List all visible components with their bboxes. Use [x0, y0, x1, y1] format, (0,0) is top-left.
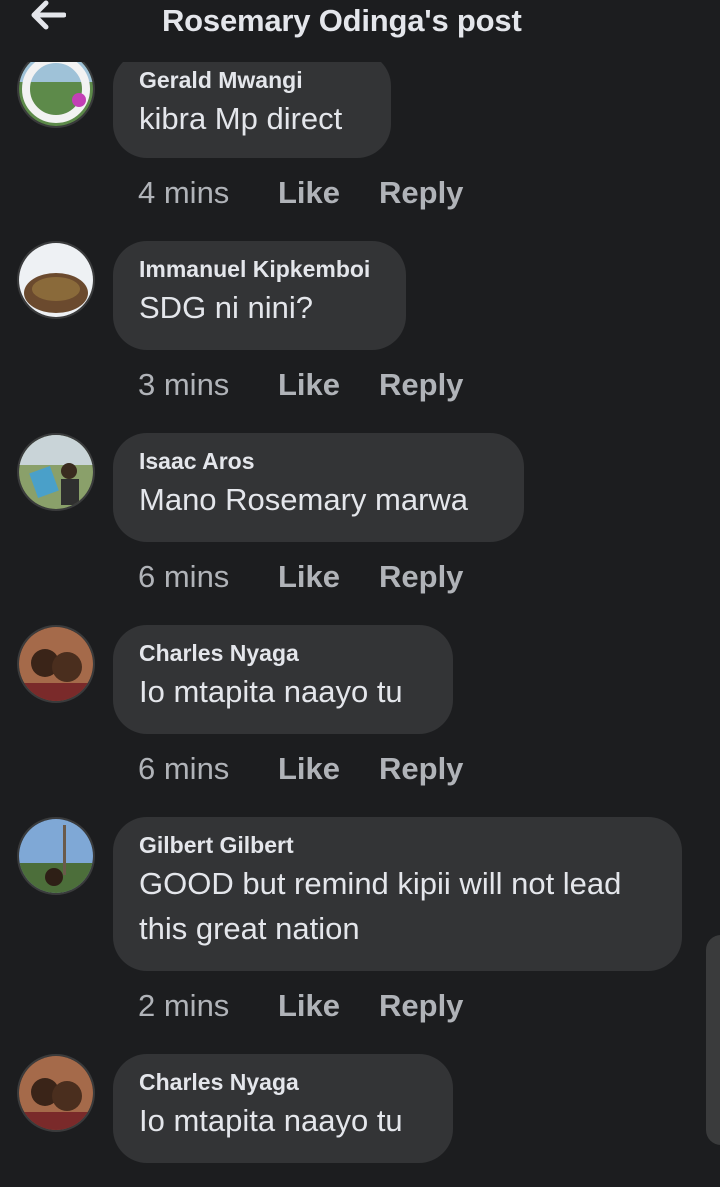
comment-bubble[interactable]: Immanuel Kipkemboi SDG ni nini? [113, 241, 406, 350]
comment-bubble[interactable]: Gilbert Gilbert GOOD but remind kipii wi… [113, 817, 682, 971]
comment-author[interactable]: Charles Nyaga [139, 1068, 427, 1096]
comment-text: kibra Mp direct [139, 101, 343, 136]
comment-text: SDG ni nini? [139, 290, 314, 325]
comment-text: Mano Rosemary marwa [139, 482, 469, 517]
arrow-left-icon [30, 0, 67, 35]
comment-author[interactable]: Immanuel Kipkemboi [139, 255, 380, 283]
comment-text: GOOD but remind kipii will not lead this… [139, 866, 622, 946]
reply-button[interactable]: Reply [379, 367, 463, 403]
avatar[interactable] [17, 433, 95, 511]
comment-bubble[interactable]: Gerald Mwangi kibra Mp direct [113, 52, 391, 158]
page-title: Rosemary Odinga's post [162, 3, 522, 38]
like-button[interactable]: Like [278, 367, 340, 403]
avatar[interactable] [17, 1054, 95, 1132]
comment-text: Io mtapita naayo tu [139, 1103, 403, 1138]
comment-author[interactable]: Isaac Aros [139, 447, 498, 475]
top-bar: Rosemary Odinga's post [0, 0, 720, 62]
avatar[interactable] [17, 817, 95, 895]
avatar[interactable] [17, 241, 95, 319]
comment-text: Io mtapita naayo tu [139, 674, 403, 709]
back-button[interactable] [26, 0, 70, 34]
comment-author[interactable]: Gilbert Gilbert [139, 831, 656, 859]
comment-time: 6 mins [138, 559, 230, 594]
like-button[interactable]: Like [278, 988, 340, 1024]
comments-list: Gerald Mwangi kibra Mp direct 4 mins Lik… [0, 0, 720, 1187]
comment-time: 2 mins [138, 988, 230, 1023]
comment-bubble[interactable]: Charles Nyaga Io mtapita naayo tu [113, 1054, 453, 1163]
like-button[interactable]: Like [278, 559, 340, 595]
reply-button[interactable]: Reply [379, 751, 463, 787]
avatar[interactable] [17, 625, 95, 703]
comment-bubble[interactable]: Isaac Aros Mano Rosemary marwa [113, 433, 524, 542]
comment-time: 3 mins [138, 367, 230, 402]
reply-button[interactable]: Reply [379, 175, 463, 211]
comment-time: 4 mins [138, 175, 230, 210]
comment-time: 6 mins [138, 751, 230, 786]
reply-button[interactable]: Reply [379, 559, 463, 595]
scrollbar[interactable] [706, 935, 720, 1145]
like-button[interactable]: Like [278, 175, 340, 211]
comment-author[interactable]: Charles Nyaga [139, 639, 427, 667]
reply-button[interactable]: Reply [379, 988, 463, 1024]
comment-bubble[interactable]: Charles Nyaga Io mtapita naayo tu [113, 625, 453, 734]
like-button[interactable]: Like [278, 751, 340, 787]
comment-author[interactable]: Gerald Mwangi [139, 66, 365, 94]
